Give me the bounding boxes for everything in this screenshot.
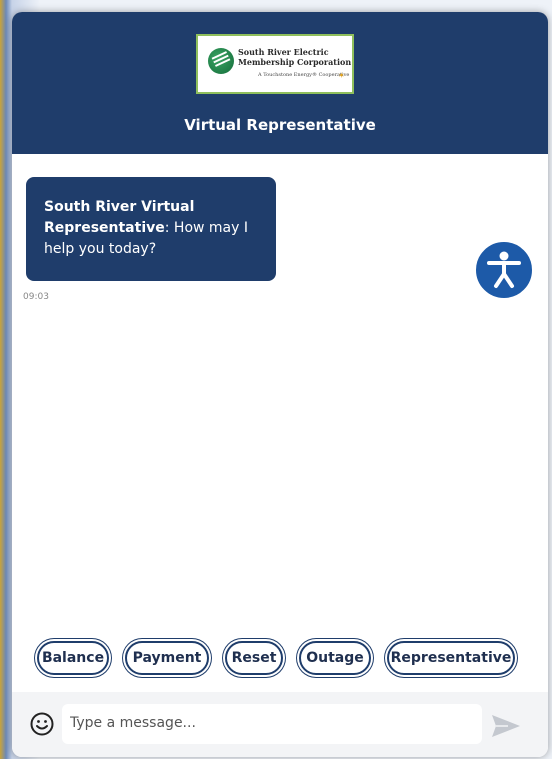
chat-title: Virtual Representative [184,116,376,134]
company-logo: South River Electric Membership Corporat… [196,34,354,94]
send-icon[interactable] [490,712,522,740]
message-input-wrapper [62,704,482,744]
chat-widget: South River Electric Membership Corporat… [12,12,548,757]
message-composer [12,692,548,757]
quick-reply-outage-button[interactable]: Outage [299,641,371,675]
quick-reply-payment-button[interactable]: Payment [125,641,209,675]
accessibility-icon [487,251,521,288]
chat-header: South River Electric Membership Corporat… [12,12,548,154]
message-input[interactable] [68,714,472,732]
logo-name-line2: Membership Corporation [238,57,352,67]
accessibility-button[interactable] [473,239,535,301]
bot-message-bubble: South River Virtual Representative: How … [26,177,276,281]
quick-reply-bar: Balance Payment Reset Outage Representat… [12,641,548,685]
smiley-icon[interactable] [30,712,54,736]
quick-reply-reset-button[interactable]: Reset [225,641,283,675]
message-timestamp: 09:03 [23,292,49,302]
quick-reply-balance-button[interactable]: Balance [37,641,109,675]
quick-reply-representative-button[interactable]: Representative [387,641,515,675]
logo-tagline: A Touchstone Energy® Cooperative [258,72,350,78]
logo-name-line1: South River Electric [238,47,329,57]
logo-globe-icon [208,48,234,74]
logo-spark-icon: ✶ [338,71,345,80]
